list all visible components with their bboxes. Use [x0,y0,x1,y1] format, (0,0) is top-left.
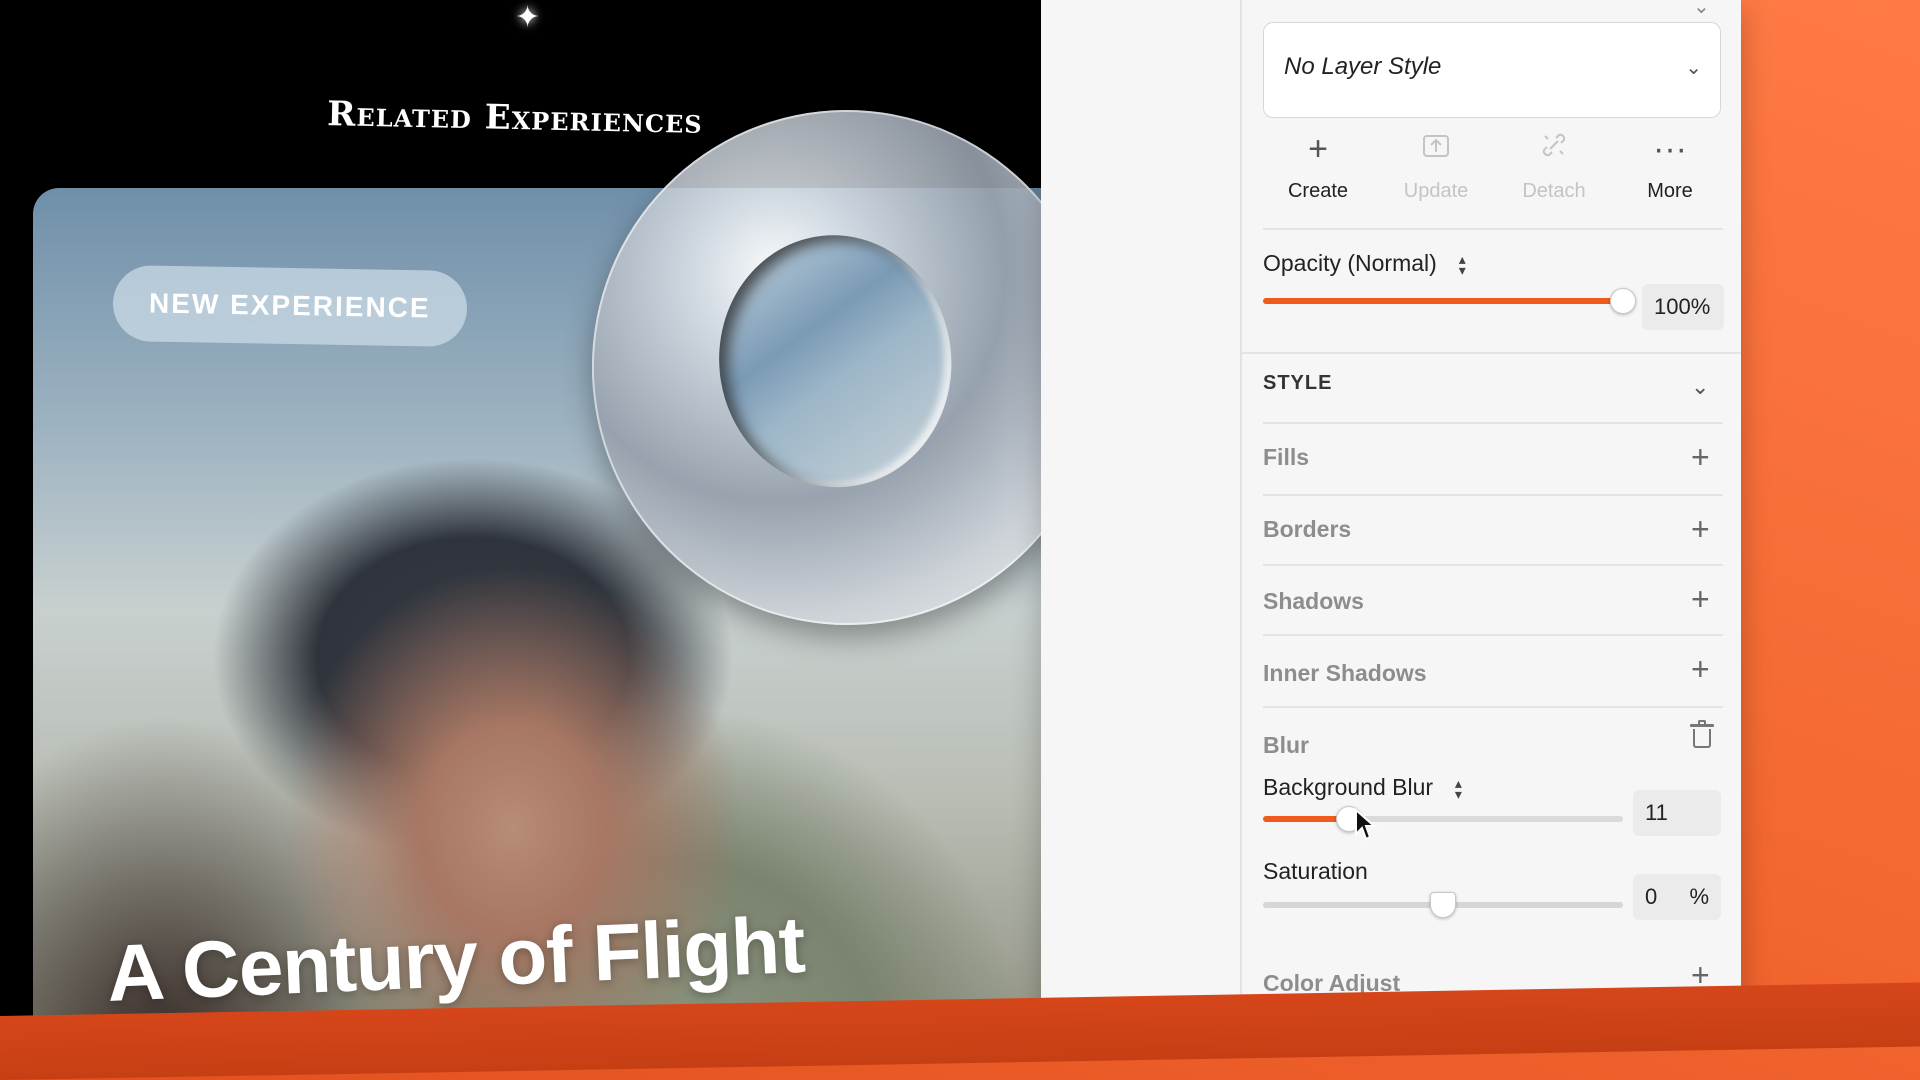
layer-style-select[interactable]: No Layer Style ⌄ [1263,22,1721,118]
add-border-plus-icon[interactable]: + [1691,513,1710,545]
up-down-stepper-icon[interactable]: ▴ ▾ [1455,252,1469,277]
divider [1263,634,1723,636]
trash-icon[interactable] [1690,720,1714,748]
divider [1241,352,1741,354]
layer-style-actions: + Create Update Detach ··· More [1263,126,1733,216]
detach-label: Detach [1522,180,1586,202]
layer-style-value: No Layer Style [1284,53,1442,80]
more-button[interactable]: ··· More [1615,126,1725,203]
divider [1263,228,1723,230]
saturation-field[interactable]: 0 % [1633,874,1721,920]
update-button[interactable]: Update [1381,126,1491,203]
opacity-slider[interactable] [1263,288,1636,314]
divider [1263,494,1723,496]
design-canvas[interactable]: ✦ Related Experiences NEW EXPERIENCE A C… [0,0,1041,1016]
inner-shadows-label: Inner Shadows [1263,660,1427,686]
chevron-down-icon[interactable]: ⌄ [1691,374,1709,400]
create-label: Create [1287,180,1349,202]
mouse-cursor-icon [1355,808,1377,841]
inspector-panel: ⌄ No Layer Style ⌄ + Create Update Detac… [1041,0,1741,1013]
blur-amount-slider[interactable] [1263,806,1623,832]
add-fill-plus-icon[interactable]: + [1691,441,1710,473]
glass-ring-hole [706,223,964,499]
shadows-label: Shadows [1263,588,1364,614]
divider [1263,422,1723,424]
opacity-label[interactable]: Opacity (Normal) ▴ ▾ [1263,250,1469,277]
opacity-label-text: Opacity (Normal) [1263,250,1437,276]
style-section-header[interactable]: STYLE [1263,372,1332,395]
blur-type-select[interactable]: Background Blur ▴ ▾ [1263,774,1465,801]
add-shadow-plus-icon[interactable]: + [1691,583,1710,615]
collapse-chevron-icon[interactable]: ⌄ [1693,0,1710,19]
card-title: A Century of Flight [105,899,807,1016]
update-label: Update [1403,180,1469,202]
percent-unit: % [1689,884,1709,909]
divider [1263,706,1723,708]
add-inner-shadow-plus-icon[interactable]: + [1691,653,1710,685]
detach-button[interactable]: Detach [1499,126,1609,203]
blur-label: Blur [1263,732,1309,758]
chevron-down-icon: ⌄ [1685,57,1702,79]
divider [1263,564,1723,566]
opacity-slider-fill [1263,298,1623,304]
upload-icon [1381,126,1491,172]
opacity-value-field[interactable]: 100% [1642,284,1724,330]
canvas-gutter [1041,0,1241,1013]
up-down-stepper-icon[interactable]: ▴ ▾ [1451,776,1465,801]
fills-label: Fills [1263,444,1310,470]
opacity-slider-knob[interactable] [1610,288,1636,314]
create-button[interactable]: + Create [1263,126,1373,203]
saturation-slider[interactable] [1263,892,1623,918]
borders-label: Borders [1263,516,1352,542]
blur-type-label: Background Blur [1263,774,1434,800]
unlink-icon [1499,126,1609,172]
saturation-label: Saturation [1263,858,1368,884]
new-experience-badge: NEW EXPERIENCE [112,264,468,348]
ellipsis-icon: ··· [1653,130,1687,168]
panel-divider [1240,0,1242,1013]
blur-amount-field[interactable]: 11 [1633,790,1721,836]
saturation-slider-knob[interactable] [1430,892,1456,918]
sparkle-icon: ✦ [515,1,541,34]
plus-icon: + [1308,130,1328,168]
saturation-value: 0 [1645,884,1658,909]
more-label: More [1647,180,1693,202]
